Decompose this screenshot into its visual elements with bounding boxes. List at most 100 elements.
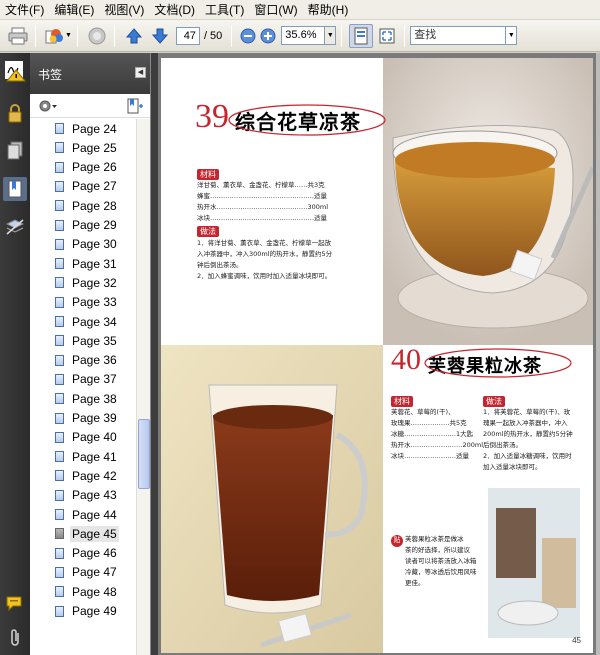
tea-photo-bottom [161,345,383,653]
fit-page-icon[interactable] [349,23,374,48]
bookmark-item[interactable]: Page 33 [30,293,136,312]
bookmark-item[interactable]: Page 29 [30,216,136,235]
bookmark-item[interactable]: Page 37 [30,370,136,389]
zoom-level-field[interactable]: 35.6% [281,26,326,45]
ingredients-list: 芙蓉花、草莓的(干)、 玫瑰果………………共5克 冰糖……………………1大匙 热开水…… [391,407,483,462]
find-dropdown-icon[interactable]: ▼ [506,26,518,45]
bookmark-label: Page 44 [72,507,117,522]
panel-splitter[interactable] [151,53,158,655]
bookmark-label: Page 32 [72,275,117,290]
menu-item[interactable]: 文件(F) [2,0,51,20]
bookmark-item[interactable]: Page 28 [30,196,136,215]
bookmark-label: Page 45 [70,525,119,542]
lock-icon[interactable] [3,101,27,125]
menu-item[interactable]: 工具(T) [202,0,251,20]
page-icon [55,123,64,134]
bookmark-item[interactable]: Page 30 [30,235,136,254]
text-line: 瑰果一起放入冲茶器中，冲入 [483,419,568,427]
bookmark-item[interactable]: Page 36 [30,351,136,370]
text-line: 1．将芙蓉花、草莓的(干)、玫 [483,408,571,416]
find-input[interactable]: 查找 [410,26,507,45]
zoom-in-icon[interactable] [259,24,277,48]
bookmark-item[interactable]: Page 35 [30,331,136,350]
bookmark-item[interactable]: Page 43 [30,486,136,505]
document-scrollbar[interactable] [596,53,600,655]
bookmark-item[interactable]: Page 24 [30,119,136,138]
method-tag: 做法 [197,226,219,237]
bookmark-item[interactable]: Page 38 [30,389,136,408]
options-gear-icon[interactable] [38,99,58,116]
text-line: 2．加入适量冰糖调味，饮用时 [483,452,572,460]
bookmark-item[interactable]: Page 25 [30,138,136,157]
menu-item[interactable]: 文档(D) [151,0,202,20]
page-icon [55,296,64,308]
scrollbar-thumb[interactable] [138,419,150,489]
layers-icon[interactable] [3,215,27,239]
page-icon [55,373,64,385]
zoom-out-icon[interactable] [239,24,257,48]
pdf-page: 39 综合花草凉茶 材料 洋甘菊、薰衣草、金盏花、柠檬草……共3克 蜂蜜……………… [161,58,593,653]
collapse-panel-icon[interactable]: ◀ [135,67,146,78]
bookmark-item[interactable]: Page 42 [30,466,136,485]
separator [231,24,233,47]
page-icon [55,566,64,578]
method-tag: 做法 [483,396,505,407]
bookmark-label: Page 46 [72,546,117,561]
text-line: 蜂蜜…………………………………………适量 [197,192,327,200]
bookmark-item[interactable]: Page 26 [30,158,136,177]
menu-item[interactable]: 视图(V) [101,0,151,20]
signature-icon[interactable] [3,59,27,83]
page-number-input[interactable]: 47 [175,26,200,45]
bookmark-item[interactable]: Page 32 [30,273,136,292]
bookmark-item[interactable]: Page 39 [30,409,136,428]
comments-icon[interactable] [3,592,27,616]
page-total: / 50 [203,29,223,42]
attachments-icon[interactable] [3,626,27,650]
page-icon [55,431,64,443]
bookmark-item[interactable]: Page 31 [30,254,136,273]
bookmark-item[interactable]: Page 47 [30,563,136,582]
bookmark-item[interactable]: Page 44 [30,505,136,524]
page-icon [55,354,64,366]
bookmark-label: Page 42 [72,468,117,483]
create-pdf-icon[interactable] [43,24,67,48]
text-line: 后倒出茶汤。 [483,441,522,449]
text-line: 冰块…………………………………………适量 [197,214,327,222]
ingredients-tag: 材料 [391,396,413,407]
bookmark-label: Page 36 [72,353,117,368]
menu-item[interactable]: 帮助(H) [305,0,356,20]
bookmark-item[interactable]: Page 40 [30,428,136,447]
page-number: 45 [572,636,581,645]
bookmark-item[interactable]: Page 48 [30,582,136,601]
bookmark-item[interactable]: Page 41 [30,447,136,466]
menu-item[interactable]: 窗口(W) [251,0,304,20]
bookmark-item[interactable]: Page 46 [30,544,136,563]
zoom-dropdown-icon[interactable]: ▼ [325,26,337,45]
bookmark-item[interactable]: Page 27 [30,177,136,196]
text-line: 芙蓉果粒冰茶是做冰 [405,535,464,543]
hand-tool-icon[interactable] [85,24,109,48]
bookmarks-icon[interactable] [3,177,27,201]
bookmark-item[interactable]: Page 34 [30,312,136,331]
text-line: 芙蓉花、草莓的(干)、 [391,408,455,416]
bookmark-label: Page 47 [72,565,117,580]
page-icon [55,489,64,501]
text-line: 1．将洋甘菊、薰衣草、金盏花、柠檬草一起放 [197,239,332,247]
page-icon [55,605,64,617]
print-icon[interactable] [6,24,30,48]
ingredients-list: 洋甘菊、薰衣草、金盏花、柠檬草……共3克 蜂蜜…………………………………………适量… [197,180,328,224]
new-bookmark-icon[interactable] [126,98,144,117]
menu-item[interactable]: 编辑(E) [51,0,101,20]
previous-page-icon[interactable] [122,24,146,48]
bookmark-item[interactable]: Page 49 [30,602,136,621]
page-icon [55,180,64,192]
full-screen-icon[interactable] [375,24,399,48]
next-page-icon[interactable] [148,24,172,48]
text-line: 热开水……………………………………300ml [197,203,329,211]
chevron-down-icon[interactable]: ▼ [65,32,72,39]
pages-icon[interactable] [3,139,27,163]
page-icon [55,277,64,289]
bookmark-item[interactable]: Page 45 [30,524,136,543]
page-icon [55,161,64,173]
bookmarks-scrollbar[interactable] [136,119,150,655]
